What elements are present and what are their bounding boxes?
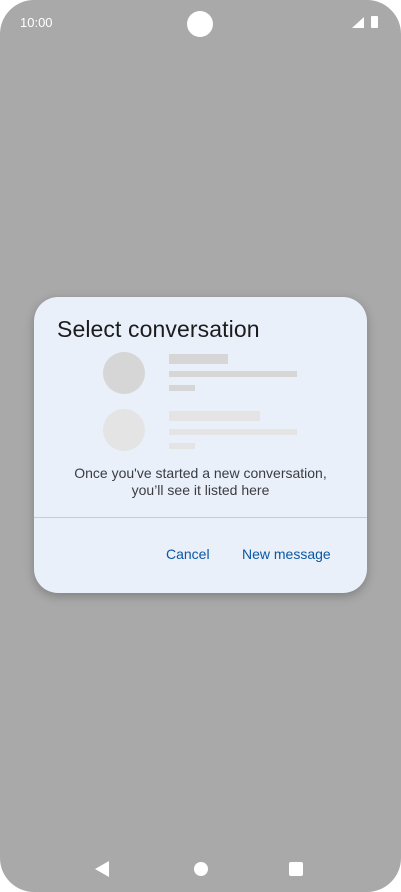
placeholder-avatar <box>103 409 145 451</box>
navigation-bar <box>0 846 401 892</box>
phone-screen: 10:00 Select conversation Once you've st… <box>0 0 401 892</box>
placeholder-avatar <box>103 352 145 394</box>
dialog-title: Select conversation <box>57 316 260 342</box>
empty-state-message: Once you've started a new conversation, … <box>74 465 327 498</box>
placeholder-line <box>169 411 260 421</box>
recents-icon[interactable] <box>289 862 303 876</box>
placeholder-line <box>169 371 297 377</box>
dialog-divider <box>34 517 367 518</box>
placeholder-line <box>169 443 195 449</box>
camera-cutout <box>187 11 213 37</box>
back-icon[interactable] <box>95 861 109 877</box>
battery-icon <box>371 16 378 28</box>
select-conversation-dialog: Select conversation Once you've started … <box>34 297 367 593</box>
placeholder-line <box>169 354 228 364</box>
status-time: 10:00 <box>20 15 53 30</box>
home-icon[interactable] <box>194 862 208 876</box>
new-message-button[interactable]: New message <box>242 546 331 562</box>
placeholder-line <box>169 429 297 435</box>
placeholder-line <box>169 385 195 391</box>
cancel-button[interactable]: Cancel <box>166 546 210 562</box>
status-bar: 10:00 <box>0 0 401 46</box>
signal-icon <box>352 17 364 28</box>
